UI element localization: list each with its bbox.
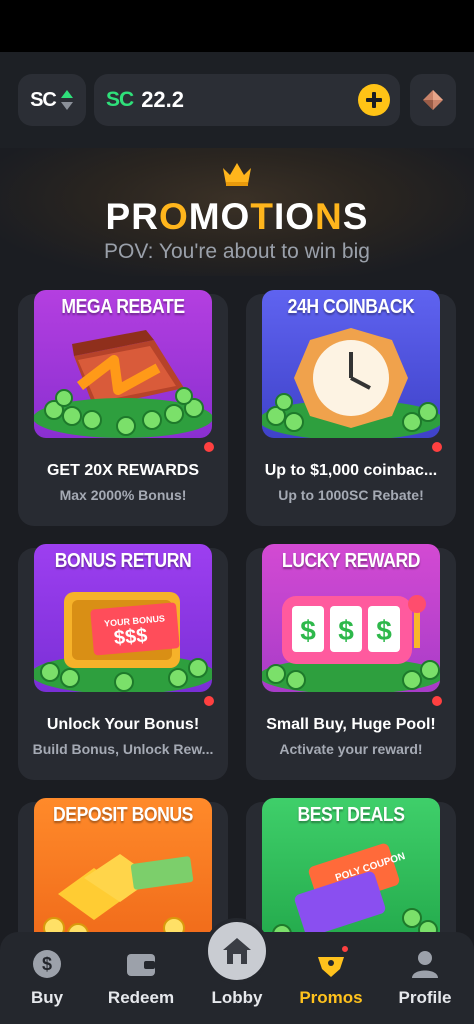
notification-dot bbox=[432, 442, 442, 452]
nav-label: Redeem bbox=[107, 988, 175, 1007]
svg-text:$: $ bbox=[42, 954, 52, 974]
balance-amount: 22.2 bbox=[141, 87, 185, 112]
page-title: PROMOTIONS bbox=[105, 196, 369, 237]
promo-card-24h-coinback[interactable]: 24H COINBACK Up to $1,000 coinbac... Up … bbox=[246, 290, 456, 526]
vip-gem-button[interactable] bbox=[410, 74, 456, 126]
status-bar bbox=[0, 0, 474, 52]
clock-illustration bbox=[262, 328, 440, 438]
promotions-header: PROMOTIONS POV: You're about to win big bbox=[0, 148, 474, 276]
currency-code: SC bbox=[30, 88, 57, 111]
currency-toggle[interactable]: SC bbox=[18, 74, 86, 126]
balance-currency: SC bbox=[106, 88, 134, 111]
promo-subline: Up to 1000SC Rebate! bbox=[278, 487, 424, 503]
bottom-nav: $ Buy Redeem Lobby Promos Profile bbox=[0, 918, 474, 1024]
balance-display: SC 22.2 bbox=[94, 74, 400, 126]
promo-subline: Max 2000% Bonus! bbox=[59, 487, 187, 503]
gem-icon bbox=[423, 90, 443, 110]
best-deals-art: BEST DEALS POLY COUPON bbox=[262, 798, 440, 946]
promo-subline: Build Bonus, Unlock Rew... bbox=[32, 741, 214, 757]
nav-profile[interactable]: Profile bbox=[378, 932, 472, 1024]
dollar-coin-icon: $ bbox=[31, 948, 63, 980]
nav-redeem[interactable]: Redeem bbox=[94, 932, 188, 1024]
add-funds-button[interactable] bbox=[358, 84, 390, 116]
lobby-button[interactable] bbox=[204, 918, 270, 984]
nav-label: Promos bbox=[299, 988, 363, 1007]
nav-buy[interactable]: $ Buy bbox=[0, 932, 94, 1024]
bonus-card-money: $$$ bbox=[113, 624, 149, 650]
svg-text:$: $ bbox=[300, 615, 316, 646]
slot-machine-illustration: $ $ $ bbox=[262, 595, 440, 692]
person-icon bbox=[409, 948, 441, 980]
up-down-arrows-icon bbox=[60, 90, 73, 110]
svg-text:$: $ bbox=[338, 615, 354, 646]
promos-notification-dot bbox=[340, 944, 350, 954]
briefcase-illustration bbox=[34, 330, 212, 438]
page-subtitle: POV: You're about to win big bbox=[104, 240, 370, 263]
nav-label: Lobby bbox=[211, 988, 263, 1007]
coinback-art: 24H COINBACK bbox=[262, 290, 440, 438]
promo-card-mega-rebate[interactable]: MEGA REBATE GET 20X REWARDS Max 2000% Bo… bbox=[18, 290, 228, 526]
promo-card-bonus-return[interactable]: BONUS RETURN YOUR BONUS $$$ Unlock Your … bbox=[18, 544, 228, 780]
nav-label: Profile bbox=[398, 988, 452, 1007]
svg-text:$: $ bbox=[376, 615, 392, 646]
promo-headline: GET 20X REWARDS bbox=[46, 462, 200, 479]
wallet-icon bbox=[125, 948, 157, 980]
promo-headline: Small Buy, Huge Pool! bbox=[266, 716, 436, 733]
promo-card-lucky-reward[interactable]: LUCKY REWARD $ $ $ Small Buy, Huge Pool!… bbox=[246, 544, 456, 780]
deposit-bonus-art: DEPOSIT BONUS bbox=[34, 798, 212, 946]
bonus-return-art: BONUS RETURN YOUR BONUS $$$ bbox=[34, 544, 212, 692]
home-icon bbox=[223, 938, 251, 964]
wallet-bar: SC SC 22.2 bbox=[0, 52, 474, 148]
nav-label: Buy bbox=[30, 988, 64, 1007]
crown-icon bbox=[223, 163, 251, 186]
mega-rebate-art: MEGA REBATE bbox=[34, 290, 212, 438]
plus-icon bbox=[366, 92, 382, 108]
promo-headline: Up to $1,000 coinbac... bbox=[264, 462, 438, 479]
notification-dot bbox=[204, 696, 214, 706]
promo-subline: Activate your reward! bbox=[279, 741, 423, 757]
notification-dot bbox=[432, 696, 442, 706]
promo-headline: Unlock Your Bonus! bbox=[46, 716, 200, 733]
notification-dot bbox=[204, 442, 214, 452]
gold-bars-illustration bbox=[43, 854, 194, 945]
lucky-reward-art: LUCKY REWARD $ $ $ bbox=[262, 544, 440, 692]
nav-promos[interactable]: Promos bbox=[284, 932, 378, 1024]
